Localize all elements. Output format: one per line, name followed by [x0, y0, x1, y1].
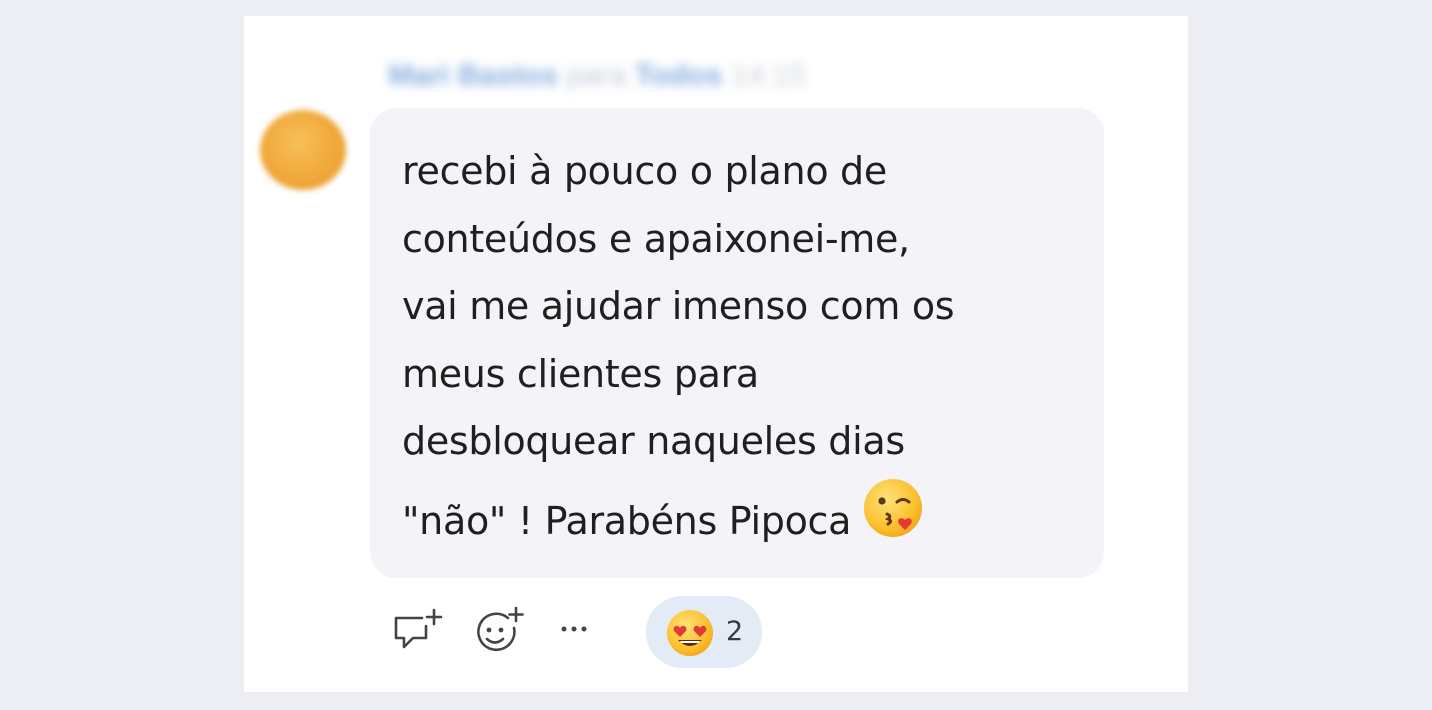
message-header: Mari Bastos para Todos 14:15	[388, 56, 806, 96]
add-reaction-icon[interactable]	[472, 606, 528, 660]
audience-name: Todos	[634, 59, 723, 92]
reply-icon[interactable]	[390, 606, 446, 660]
reaction-heart-eyes-button[interactable]: 2	[646, 596, 762, 668]
message-line: conteúdos e apaixonei-me,	[402, 216, 910, 261]
message-line: vai me ajudar imenso com os	[402, 284, 955, 328]
avatar[interactable]	[260, 110, 346, 190]
heart-eyes-icon	[662, 606, 718, 662]
reaction-count: 2	[726, 616, 744, 647]
message-line-last: "não" ! Parabéns Pipoca	[402, 476, 1092, 562]
more-options-icon[interactable]	[556, 614, 596, 648]
timestamp: 14:15	[730, 59, 806, 92]
audience-prefix: para	[566, 59, 627, 92]
message-line: desbloquear naqueles dias	[402, 419, 905, 463]
message-line: recebi à pouco o plano de	[402, 149, 887, 193]
face-blowing-kiss-icon	[861, 476, 925, 562]
author-name[interactable]: Mari Bastos	[388, 59, 558, 92]
message-line: meus clientes para	[402, 351, 759, 396]
message-text: recebi à pouco o plano de conteúdos e ap…	[402, 138, 1092, 561]
message-bubble: recebi à pouco o plano de conteúdos e ap…	[370, 108, 1104, 578]
message-line-text: "não" ! Parabéns Pipoca	[402, 498, 852, 543]
